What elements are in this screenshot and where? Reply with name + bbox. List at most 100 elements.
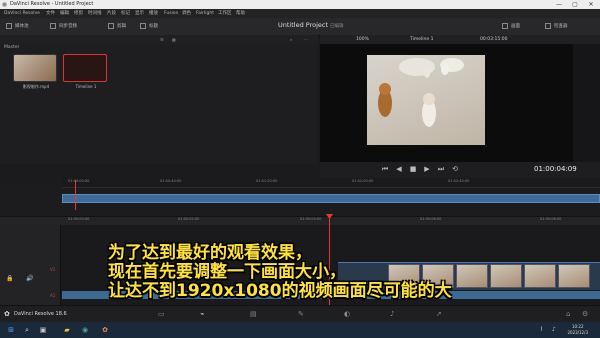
top-toolbar: 媒体池 同步音频 剪辑 标题 Untitled Project 已编辑 画面 检…: [0, 18, 600, 36]
menu-mark[interactable]: 标记: [121, 9, 130, 18]
project-status: 已编辑: [330, 23, 344, 29]
window-title: DaVinci Resolve - Untitled Project: [10, 1, 94, 7]
browser-icon[interactable]: ◉: [80, 325, 90, 335]
transport-controls: ⏮ ◀ ■ ▶ ⏭ ⟲ 01:00:04:09: [320, 162, 600, 179]
menu-file[interactable]: 文件: [46, 9, 55, 18]
maximize-button[interactable]: ▢: [568, 0, 582, 9]
start-icon[interactable]: ⊞: [6, 325, 16, 335]
audio-track-label[interactable]: A1: [50, 293, 55, 298]
task-view-icon[interactable]: ▣: [38, 325, 48, 335]
sync-audio-label: 同步音频: [59, 24, 77, 29]
menu-trim[interactable]: 修剪: [74, 9, 83, 18]
stop-icon[interactable]: ■: [408, 165, 418, 173]
speaker-icon[interactable]: 🔊: [26, 275, 33, 282]
volume-icon[interactable]: ♪: [552, 326, 556, 333]
system-clock[interactable]: 10:22 2023/12/3: [567, 324, 588, 336]
reverse-icon[interactable]: ◀: [394, 165, 404, 173]
ruler-tick: 01:02:00:00: [352, 179, 374, 183]
video-viewer[interactable]: [320, 44, 573, 162]
track-headers: V1 A1 🔒 🔊: [0, 225, 61, 305]
menu-timeline[interactable]: 时间线: [88, 9, 102, 18]
ruler-tick: 01:00:00:00: [68, 217, 90, 221]
upper-timeline-ruler[interactable]: 01:00:00:00 01:00:40:00 01:01:20:00 01:0…: [62, 178, 600, 188]
search-icon[interactable]: ⌕: [22, 325, 32, 335]
media-pool-button[interactable]: 媒体池: [6, 22, 29, 31]
file-explorer-icon[interactable]: ▰: [62, 325, 72, 335]
inspector-button[interactable]: 检查器: [545, 22, 568, 31]
edit-button[interactable]: 剪辑: [108, 22, 126, 31]
ruler-tick: 01:00:04:00: [300, 217, 322, 221]
master-bin-label[interactable]: Master: [4, 45, 19, 50]
search-icon[interactable]: ⌕: [290, 35, 292, 44]
edit-page-icon[interactable]: ▤: [250, 310, 257, 318]
zoom-level[interactable]: 100%: [356, 35, 369, 44]
skip-to-end-icon[interactable]: ⏭: [436, 165, 446, 174]
subtitle-line-3: 让达不到1920x1080的视频画面尽可能的大: [108, 281, 452, 301]
deliver-page-icon[interactable]: ➚: [436, 310, 442, 318]
color-page-icon[interactable]: ◐: [344, 310, 350, 318]
media-pool-label: 媒体池: [15, 24, 29, 29]
resolve-taskbar-icon[interactable]: ✿: [100, 325, 110, 335]
media-pool-icon: [6, 23, 12, 29]
upper-playhead[interactable]: [75, 180, 76, 210]
timeline-clip-thumbnail[interactable]: Timeline 1: [63, 54, 107, 89]
grid-view-icon[interactable]: ▦: [172, 35, 176, 44]
project-title: Untitled Project: [278, 21, 329, 29]
loop-icon[interactable]: ⟲: [450, 165, 460, 173]
page-navigation-bar: ✿ DaVinci Resolve 18.6 ▭ ⌁ ▤ ✎ ◐ ♪ ➚ ⌂ ⚙: [0, 305, 600, 323]
close-button[interactable]: ✕: [584, 0, 598, 9]
source-timecode: 00:03:15:00: [480, 37, 508, 42]
timeline-clip-label: Timeline 1: [75, 84, 97, 89]
settings-icon[interactable]: ⚙: [582, 310, 588, 318]
skip-to-start-icon[interactable]: ⏮: [380, 165, 390, 174]
media-clip-thumbnail[interactable]: 影视制作.mp4: [13, 54, 57, 89]
subtitle-line-2: 现在首先要调整一下画面大小，: [108, 262, 346, 282]
menu-help[interactable]: 帮助: [236, 9, 245, 18]
clip-thumbnail: [524, 264, 556, 288]
titles-label: 标题: [149, 24, 158, 29]
inspector-label: 检查器: [554, 24, 568, 29]
home-icon[interactable]: ⌂: [566, 310, 570, 318]
media-page-icon[interactable]: ▭: [158, 310, 165, 318]
menu-color[interactable]: 调色: [182, 9, 191, 18]
lock-icon[interactable]: 🔒: [6, 275, 13, 282]
menu-view[interactable]: 显示: [135, 9, 144, 18]
menu-fusion[interactable]: Fusion: [164, 9, 178, 18]
menu-clip[interactable]: 片段: [107, 9, 116, 18]
menu-fairlight[interactable]: Fairlight: [196, 9, 214, 18]
clock-date: 2023/12/3: [567, 330, 588, 335]
video-track-label[interactable]: V1: [50, 267, 55, 272]
sync-audio-button[interactable]: 同步音频: [50, 22, 77, 31]
resolve-logo-icon: [2, 2, 7, 7]
window-title-bar: DaVinci Resolve - Untitled Project — ▢ ✕: [0, 0, 600, 9]
ruler-tick: 01:00:00:00: [68, 179, 90, 183]
list-view-icon[interactable]: ☰: [160, 35, 164, 44]
menu-edit[interactable]: 编辑: [60, 9, 69, 18]
mixer-label: 画面: [511, 24, 520, 29]
titles-button[interactable]: 标题: [140, 22, 158, 31]
fusion-page-icon[interactable]: ✎: [298, 310, 304, 318]
timeline-selector[interactable]: Timeline 1: [410, 35, 433, 44]
ruler-tick: 01:02:40:00: [448, 179, 470, 183]
ruler-tick: 01:00:06:00: [420, 217, 442, 221]
menu-davinci[interactable]: DaVinci Resolve: [4, 9, 40, 18]
upper-timeline-clip[interactable]: [62, 194, 600, 203]
subtitle-line-1: 为了达到最好的观看效果，: [108, 243, 312, 263]
more-options-icon[interactable]: ⋯: [304, 35, 308, 44]
network-icon[interactable]: ⌇: [540, 326, 543, 333]
menu-playback[interactable]: 播放: [149, 9, 158, 18]
edit-label: 剪辑: [117, 24, 126, 29]
lower-timeline-ruler[interactable]: 01:00:00:00 01:00:02:00 01:00:04:00 01:0…: [62, 216, 600, 225]
mixer-button[interactable]: 画面: [502, 22, 520, 31]
mixer-icon: [502, 23, 508, 29]
audio-meter: [573, 44, 600, 162]
ruler-tick: 01:00:02:00: [178, 217, 200, 221]
edit-icon: [108, 23, 114, 29]
menu-workspace[interactable]: 工作区: [218, 9, 232, 18]
cut-page-icon[interactable]: ⌁: [200, 310, 204, 318]
play-icon[interactable]: ▶: [422, 165, 432, 173]
resolve-logo-icon: ✿: [4, 310, 10, 318]
windows-taskbar: ⊞ ⌕ ▣ ▰ ◉ ✿ ⌇ ♪ 10:22 2023/12/3: [0, 322, 600, 338]
fairlight-page-icon[interactable]: ♪: [390, 310, 394, 318]
minimize-button[interactable]: —: [552, 0, 566, 9]
